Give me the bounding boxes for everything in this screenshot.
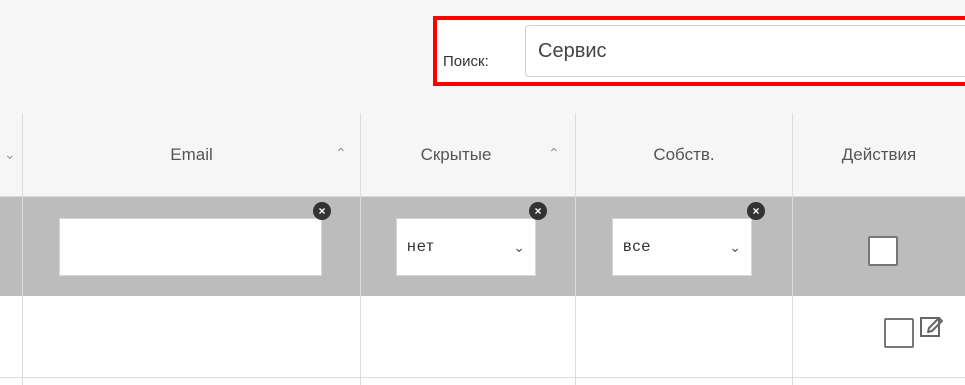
grid-divider [22, 113, 23, 385]
grid-divider [360, 113, 361, 385]
clear-icon[interactable]: × [313, 202, 331, 220]
sort-ascending-icon[interactable]: ⌃ [335, 145, 347, 162]
grid-divider [792, 113, 793, 385]
column-header-own[interactable]: Собств. [576, 113, 792, 196]
sort-ascending-icon[interactable]: ⌃ [548, 145, 560, 162]
clear-icon[interactable]: × [529, 202, 547, 220]
select-all-checkbox[interactable] [868, 236, 898, 266]
column-label-email: Email [170, 144, 213, 164]
chevron-down-icon: ⌄ [729, 239, 741, 255]
hidden-filter-value: нет [407, 238, 435, 255]
search-label: Поиск: [443, 53, 489, 70]
column-header-actions: Действия [793, 113, 965, 196]
search-input[interactable] [525, 25, 965, 77]
email-filter-input[interactable] [59, 218, 322, 276]
clear-icon[interactable]: × [747, 202, 765, 220]
column-header-email[interactable]: Email [23, 113, 360, 196]
grid-divider [575, 113, 576, 385]
chevron-down-icon: ⌄ [513, 239, 525, 255]
column-label-own: Собств. [653, 144, 715, 164]
own-filter-value: все [623, 238, 652, 255]
row-checkbox[interactable] [884, 318, 914, 348]
own-filter-select[interactable]: все ⌄ [612, 218, 752, 276]
column-label-actions: Действия [841, 144, 917, 164]
table-row [0, 297, 965, 378]
column-label-hidden: Скрытые [420, 144, 492, 164]
edit-icon[interactable] [919, 314, 945, 340]
left-sort-icon[interactable]: ⌄ [4, 146, 16, 163]
column-header-hidden[interactable]: Скрытые [361, 113, 551, 196]
hidden-filter-select[interactable]: нет ⌄ [396, 218, 536, 276]
table-header-row: ⌄ Email ⌃ Скрытые ⌃ Собств. Действия [0, 113, 965, 197]
